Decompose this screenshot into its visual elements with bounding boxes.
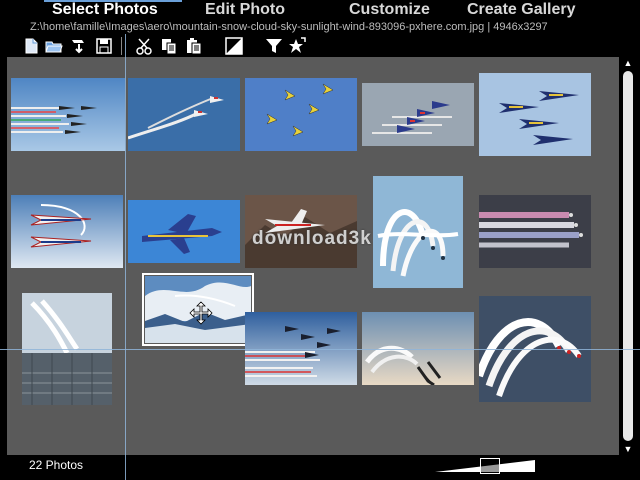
photo-thumbnail[interactable] — [373, 176, 463, 288]
star-icon[interactable] — [288, 37, 306, 55]
tab-customize[interactable]: Customize — [349, 1, 430, 19]
photo-thumbnail[interactable] — [479, 195, 591, 268]
photo-grid — [7, 57, 619, 455]
new-file-icon[interactable] — [22, 37, 40, 55]
scroll-track[interactable] — [623, 69, 633, 443]
watermark-logo: download3k — [252, 228, 372, 249]
photo-count: 22 Photos — [29, 458, 84, 472]
save-icon[interactable] — [95, 37, 113, 55]
toolbar-separator — [121, 37, 122, 55]
file-path-info: Z:\home\famille\Images\aero\mountain-sno… — [30, 21, 548, 33]
thumbnail-size-slider-handle[interactable] — [480, 458, 500, 474]
scroll-thumb[interactable] — [623, 71, 633, 441]
scroll-up-arrow-icon[interactable]: ▲ — [621, 57, 635, 69]
copy-icon[interactable] — [160, 37, 178, 55]
move-cursor-icon — [189, 301, 213, 325]
photo-thumbnail[interactable] — [128, 78, 240, 151]
tab-edit-photo[interactable]: Edit Photo — [205, 1, 285, 19]
open-folder-icon[interactable] — [45, 37, 63, 55]
alignment-guide-vertical — [125, 34, 126, 480]
photo-thumbnail[interactable] — [362, 83, 474, 146]
main-tab-bar: Select Photos Edit Photo Customize Creat… — [0, 0, 640, 20]
photo-thumbnail[interactable] — [245, 78, 357, 151]
paste-icon[interactable] — [185, 37, 203, 55]
photo-thumbnail[interactable] — [11, 78, 125, 151]
tab-create-gallery[interactable]: Create Gallery — [467, 1, 576, 19]
cut-icon[interactable] — [135, 37, 153, 55]
contrast-icon[interactable] — [225, 37, 243, 55]
scroll-down-arrow-icon[interactable]: ▼ — [621, 443, 635, 455]
photo-thumbnail[interactable] — [11, 195, 123, 268]
photo-thumbnail[interactable] — [128, 200, 240, 263]
vertical-scrollbar[interactable]: ▲ ▼ — [621, 57, 635, 455]
filter-icon[interactable] — [265, 37, 283, 55]
photo-thumbnail[interactable] — [479, 73, 591, 156]
alignment-guide-horizontal — [0, 349, 640, 350]
import-icon[interactable] — [70, 37, 88, 55]
tab-select-photos[interactable]: Select Photos — [52, 1, 158, 19]
